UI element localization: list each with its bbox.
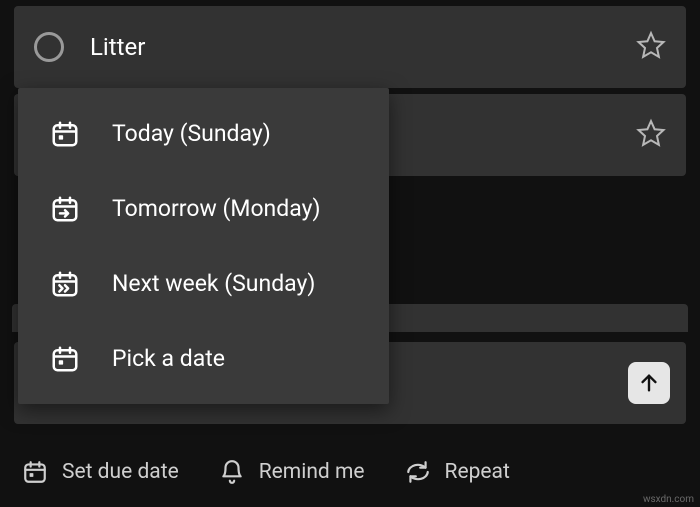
task-checkbox[interactable] — [34, 32, 64, 62]
task-row[interactable]: Litter — [14, 6, 686, 88]
task-title: Litter — [90, 33, 636, 61]
calendar-pick-icon — [50, 344, 80, 374]
due-tomorrow-option[interactable]: Tomorrow (Monday) — [18, 171, 389, 246]
submit-button[interactable] — [628, 362, 670, 404]
repeat-icon — [405, 459, 431, 485]
set-due-date-button[interactable]: Set due date — [22, 459, 219, 485]
star-icon[interactable] — [636, 30, 666, 64]
watermark: wsxdn.com — [643, 494, 694, 505]
remind-me-button[interactable]: Remind me — [219, 459, 405, 485]
calendar-next-week-icon — [50, 269, 80, 299]
due-next-week-option[interactable]: Next week (Sunday) — [18, 246, 389, 321]
star-icon[interactable] — [636, 118, 666, 152]
toolbar-label: Remind me — [259, 460, 365, 484]
option-label: Next week (Sunday) — [112, 270, 315, 297]
option-label: Tomorrow (Monday) — [112, 195, 320, 222]
due-date-popup: Today (Sunday) Tomorrow (Monday) Next we… — [18, 88, 389, 404]
calendar-icon — [22, 459, 48, 485]
toolbar-label: Repeat — [445, 460, 510, 484]
calendar-today-icon — [50, 119, 80, 149]
toolbar-label: Set due date — [62, 460, 179, 484]
arrow-up-icon — [638, 372, 660, 394]
calendar-tomorrow-icon — [50, 194, 80, 224]
pick-date-option[interactable]: Pick a date — [18, 321, 389, 396]
due-today-option[interactable]: Today (Sunday) — [18, 96, 389, 171]
option-label: Today (Sunday) — [112, 120, 271, 147]
toolbar: Set due date Remind me Repeat — [14, 437, 686, 507]
option-label: Pick a date — [112, 345, 225, 372]
bell-icon — [219, 459, 245, 485]
repeat-button[interactable]: Repeat — [405, 459, 550, 485]
